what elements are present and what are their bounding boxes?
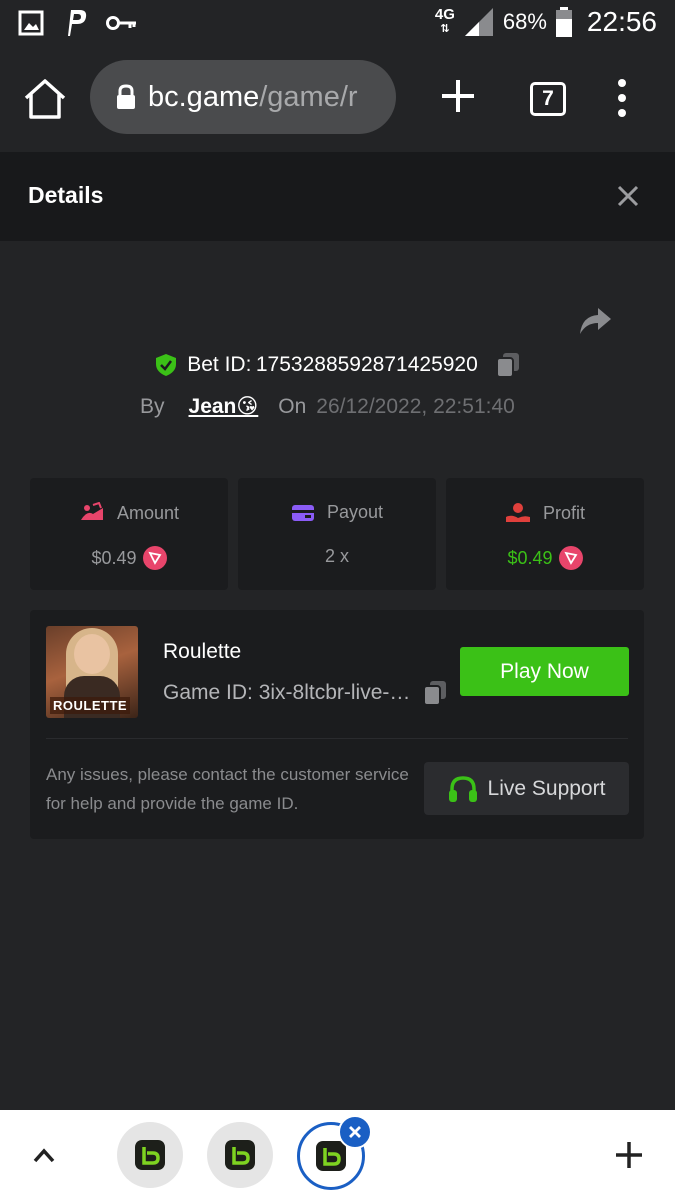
payout-label: Payout: [326, 502, 384, 522]
tron-coin-icon: [558, 546, 583, 570]
by-label: By: [140, 394, 165, 418]
bet-meta-row: By Jean😘 On 26/12/2022, 22:51:40: [140, 394, 515, 419]
tab-switcher-button[interactable]: 7: [530, 82, 566, 116]
url-path: /game/r: [259, 80, 358, 113]
game-id-row: Game ID: 3ix-8ltcbr-live-roulette: [163, 680, 447, 706]
details-header: Details: [0, 152, 675, 241]
game-name: Roulette: [163, 640, 242, 663]
copy-icon[interactable]: [423, 680, 447, 706]
payout-value: 2 x: [324, 546, 349, 566]
profit-label: Profit: [542, 502, 585, 523]
key-icon: [106, 16, 136, 30]
status-system-icons: 4G ⇅ 68% 22:56: [435, 6, 657, 38]
profit-card-head: Profit: [446, 502, 644, 524]
url-domain: bc.game: [148, 80, 260, 113]
live-support-label: Live Support: [487, 776, 606, 800]
bet-id-row: Bet ID: 1753288592871425920: [0, 352, 675, 378]
profit-value: $0.49: [507, 547, 553, 568]
battery-icon: [555, 7, 572, 37]
close-icon[interactable]: [616, 184, 640, 208]
game-thumbnail[interactable]: ROULETTE: [46, 626, 138, 718]
wallet-icon: [291, 504, 314, 521]
headset-icon: [448, 775, 477, 802]
network-indicator: 4G ⇅: [434, 6, 455, 36]
shield-check-icon: [156, 354, 177, 376]
tab-thumbnail[interactable]: [207, 1122, 273, 1188]
clock: 22:56: [586, 6, 657, 37]
payout-value-row: 2 x: [238, 546, 436, 567]
browser-toolbar: bc.game/game/r 7: [0, 48, 675, 152]
plus-icon[interactable]: [436, 74, 480, 118]
tron-coin-icon: [142, 546, 167, 570]
lock-icon: [117, 84, 135, 109]
status-notification-icons: [18, 8, 138, 38]
bottom-tab-strip: [0, 1110, 675, 1200]
thumbnail-label: ROULETTE: [50, 697, 131, 714]
bet-id-value: 1753288592871425920: [255, 353, 478, 376]
share-icon[interactable]: [578, 306, 612, 336]
data-arrows-icon: ⇅: [440, 23, 450, 35]
bet-date: 26/12/2022, 22:51:40: [316, 394, 515, 418]
payout-card: Payout 2 x: [238, 478, 436, 590]
battery-percent: 68%: [502, 9, 547, 34]
bc-game-logo-icon: [135, 1140, 165, 1170]
divider: [46, 738, 628, 739]
profit-value-row: $0.49: [446, 546, 644, 570]
bc-game-logo-icon: [316, 1141, 346, 1171]
chevron-up-icon[interactable]: [32, 1146, 56, 1164]
bet-id-label: Bet ID:: [187, 353, 252, 376]
status-bar: 4G ⇅ 68% 22:56: [0, 0, 675, 48]
amount-card: Amount $0.49: [30, 478, 228, 590]
game-card: ROULETTE Roulette Game ID: 3ix-8ltcbr-li…: [30, 610, 644, 839]
page-title: Details: [28, 182, 104, 208]
amount-value: $0.49: [91, 547, 137, 568]
user-link[interactable]: Jean😘: [189, 394, 259, 419]
amount-value-row: $0.49: [30, 546, 228, 570]
payout-card-head: Payout: [238, 502, 436, 523]
address-bar[interactable]: bc.game/game/r: [90, 60, 396, 134]
thumbnail-face: [74, 634, 110, 674]
network-type: 4G: [434, 6, 455, 23]
copy-icon[interactable]: [495, 352, 520, 378]
game-id: Game ID: 3ix-8ltcbr-live-roulette: [163, 681, 411, 704]
bet-id-text: Bet ID: 1753288592871425920: [187, 353, 478, 377]
play-now-button[interactable]: Play Now: [460, 647, 629, 696]
url-text: bc.game/game/r: [148, 81, 358, 114]
profit-card: Profit $0.49: [446, 478, 644, 590]
home-icon[interactable]: [22, 76, 68, 122]
bc-game-logo-icon: [225, 1140, 255, 1170]
amount-card-head: Amount: [30, 502, 228, 524]
on-label: On: [278, 394, 307, 418]
more-vertical-icon[interactable]: [612, 78, 632, 118]
support-hint-text: Any issues, please contact the customer …: [46, 765, 409, 813]
gallery-icon: [18, 10, 44, 36]
add-tab-icon[interactable]: [614, 1140, 644, 1170]
p-app-icon: [68, 10, 87, 36]
tab-thumbnail[interactable]: [117, 1122, 183, 1188]
amount-icon: [80, 502, 103, 520]
close-tab-icon[interactable]: [338, 1115, 372, 1149]
signal-icon: [464, 8, 493, 36]
amount-label: Amount: [116, 502, 180, 523]
profit-icon: [505, 503, 530, 522]
live-support-button[interactable]: Live Support: [424, 762, 629, 815]
